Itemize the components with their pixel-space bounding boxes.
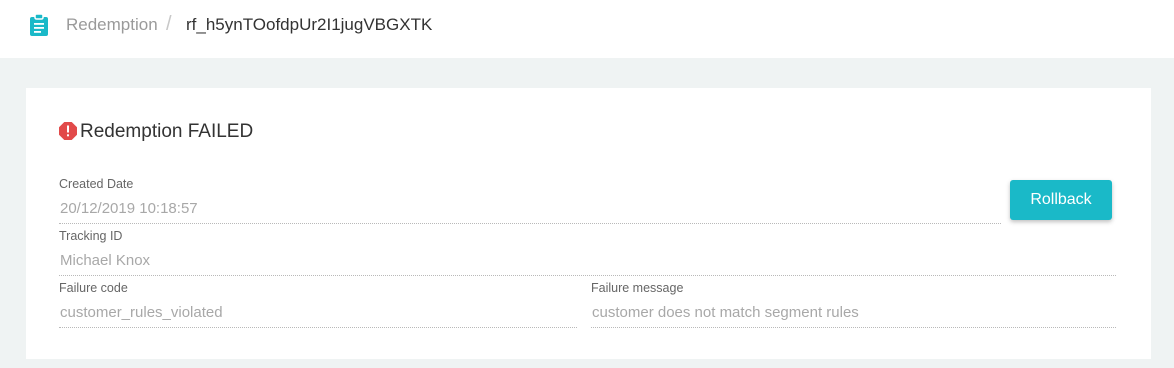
created-date-value: 20/12/2019 10:18:57 (59, 197, 1001, 224)
breadcrumb-separator: / (166, 13, 172, 35)
redemption-details-card: Redemption FAILED Created Date 20/12/201… (26, 88, 1151, 359)
top-bar: Redemption / rf_h5ynTOofdpUr2I1jugVBGXTK (0, 0, 1174, 58)
breadcrumb-parent[interactable]: Redemption (66, 15, 158, 35)
failure-code-label: Failure code (59, 281, 128, 295)
status-title: Redemption FAILED (80, 121, 254, 142)
failure-message-value: customer does not match segment rules (591, 301, 1116, 328)
failure-code-value: customer_rules_violated (59, 301, 577, 328)
clipboard-icon (30, 14, 48, 36)
rollback-button[interactable]: Rollback (1010, 180, 1112, 220)
error-octagon-icon (59, 122, 77, 140)
tracking-id-label: Tracking ID (59, 229, 123, 243)
created-date-label: Created Date (59, 177, 134, 191)
failure-message-label: Failure message (591, 281, 684, 295)
breadcrumb-current: rf_h5ynTOofdpUr2I1jugVBGXTK (186, 15, 433, 34)
tracking-id-value: Michael Knox (59, 249, 1116, 276)
